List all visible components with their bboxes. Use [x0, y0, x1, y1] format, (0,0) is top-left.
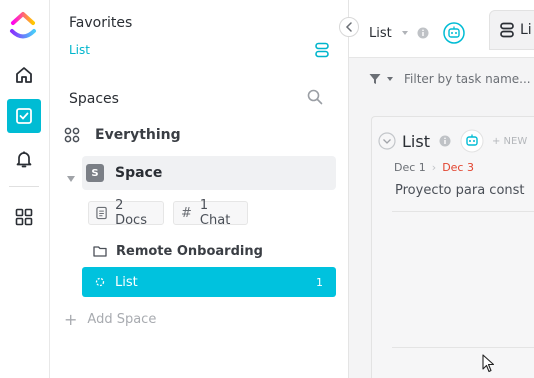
list-view-icon[interactable]	[315, 42, 329, 62]
docs-chip[interactable]: 2 Docs	[88, 198, 164, 228]
sidebar: Favorites List Spaces Everything S Space…	[50, 0, 349, 378]
due-date: Dec 3	[442, 161, 474, 174]
space-caret-icon[interactable]	[66, 168, 76, 187]
start-date: Dec 1	[394, 161, 426, 174]
folder-label: Remote Onboarding	[116, 243, 263, 259]
new-task-button[interactable]: + NEW	[492, 136, 527, 147]
icon-rail	[0, 0, 50, 378]
home-icon[interactable]	[7, 58, 41, 92]
space-label: Space	[115, 165, 163, 181]
space-avatar: S	[86, 164, 104, 182]
chat-chip-label: 1 Chat	[199, 198, 231, 228]
everything-item[interactable]: Everything	[64, 118, 318, 152]
notifications-icon[interactable]	[7, 142, 41, 176]
list-group-header: List + NEW	[378, 129, 527, 153]
automation-bot-icon[interactable]	[442, 22, 465, 44]
chevron-down-icon	[401, 31, 408, 35]
automation-bot-icon[interactable]	[460, 129, 484, 153]
collapse-sidebar-button[interactable]	[339, 17, 359, 37]
clickup-logo-icon[interactable]	[9, 9, 37, 41]
list-description[interactable]: Proyecto para const	[395, 183, 525, 198]
divider	[392, 347, 534, 348]
add-space-label: Add Space	[87, 312, 157, 327]
list-status-icon	[95, 277, 105, 287]
view-header: List Li	[349, 0, 534, 58]
everything-label: Everything	[95, 127, 181, 143]
space-item[interactable]: S Space	[82, 156, 336, 190]
folder-icon	[93, 246, 107, 257]
chevron-left-icon	[345, 22, 352, 32]
sidebar-item-list-active[interactable]: List 1	[82, 267, 336, 297]
doc-icon	[96, 206, 107, 220]
chevron-down-icon	[387, 77, 393, 81]
collapse-group-icon[interactable]	[378, 132, 396, 150]
favorites-heading: Favorites	[69, 15, 133, 31]
chat-chip[interactable]: # 1 Chat	[173, 198, 248, 228]
apps-icon[interactable]	[7, 200, 41, 234]
docs-chip-label: 2 Docs	[115, 198, 147, 228]
hash-icon: #	[181, 205, 192, 221]
main-content: List Li Filter by task name... List + NE…	[349, 0, 534, 378]
everything-icon	[64, 127, 81, 143]
filter-input[interactable]: Filter by task name...	[404, 72, 531, 86]
list-view-icon	[500, 22, 514, 38]
plus-icon: +	[64, 310, 78, 329]
info-icon[interactable]	[439, 135, 451, 147]
search-icon[interactable]	[307, 89, 323, 109]
mouse-cursor-icon	[482, 354, 495, 373]
info-icon[interactable]	[417, 27, 429, 39]
list-task-count: 1	[316, 275, 323, 289]
filter-icon	[369, 74, 381, 84]
list-breadcrumb[interactable]: List	[369, 22, 465, 44]
chevron-right-icon: ›	[431, 161, 437, 174]
tab-list-view-label: Li	[520, 22, 532, 38]
list-group-title: List	[402, 131, 430, 151]
divider	[392, 211, 534, 212]
list-breadcrumb-label: List	[369, 25, 392, 41]
spaces-heading: Spaces	[69, 91, 119, 107]
folder-item[interactable]: Remote Onboarding	[82, 234, 336, 268]
list-label: List	[115, 274, 138, 290]
my-work-icon[interactable]	[7, 99, 41, 133]
add-space-button[interactable]: + Add Space	[64, 310, 156, 329]
tab-list-view[interactable]: Li	[489, 10, 534, 50]
favorite-list-link[interactable]: List	[69, 43, 90, 57]
rail-divider	[9, 186, 39, 187]
list-group: List + NEW Dec 1 › Dec 3 Proyecto para c…	[371, 116, 534, 378]
task-filter[interactable]: Filter by task name...	[369, 72, 531, 86]
list-dates[interactable]: Dec 1 › Dec 3	[394, 161, 474, 174]
